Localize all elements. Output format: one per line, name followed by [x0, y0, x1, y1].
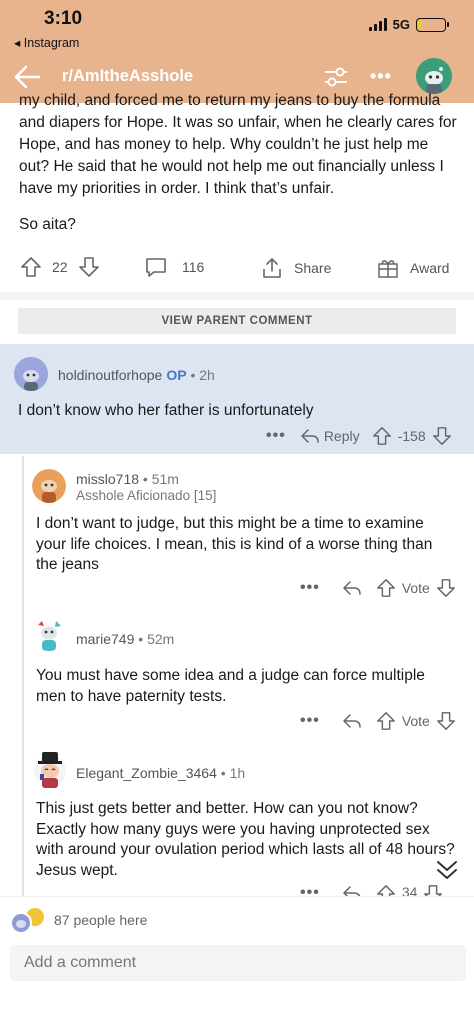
back-to-app-link[interactable]: ◂ Instagram [14, 35, 79, 50]
subreddit-title[interactable]: r/AmItheAsshole [62, 67, 193, 86]
post-action-bar: 22 116 Share Award [18, 254, 458, 282]
post-paragraph: So aita? [19, 216, 76, 233]
comment-actions: ••• Vote [300, 578, 456, 598]
battery-icon [416, 17, 449, 32]
award-label: Award [410, 260, 450, 276]
comment-score: -158 [397, 428, 426, 444]
comment-actions: ••• 34 [300, 884, 443, 896]
comment-time: 2h [199, 367, 215, 383]
upvote-icon[interactable] [376, 884, 396, 896]
post-score: 22 [52, 259, 68, 275]
arrow-left-icon[interactable] [12, 64, 42, 90]
share-label: Share [294, 260, 332, 276]
share-icon [263, 258, 281, 278]
upvote-icon[interactable] [20, 256, 42, 278]
comment-time: 51m [151, 471, 179, 487]
people-here-avatars [10, 907, 46, 935]
comment-time: 1h [229, 765, 246, 781]
post-body: my child, and forced me to return my jea… [19, 90, 459, 250]
divider [0, 292, 474, 300]
comment-author[interactable]: Elegant_Zombie_3464 • 1h [76, 765, 245, 781]
reply-label: Reply [323, 428, 360, 444]
vote-label: Vote [401, 580, 430, 596]
award-button[interactable]: Award [376, 256, 449, 280]
author-name[interactable]: marie749 [76, 631, 134, 647]
signal-icon [368, 18, 387, 31]
comment-author[interactable]: marie749 • 52m [76, 631, 174, 647]
author-name[interactable]: Elegant_Zombie_3464 [76, 765, 217, 781]
comment-text: I don’t want to judge, but this might be… [36, 515, 433, 573]
comment-author[interactable]: misslo718 • 51m [76, 471, 179, 487]
comment-count: 116 [182, 259, 205, 275]
downvote-icon[interactable] [436, 578, 456, 598]
more-dots-icon[interactable]: ••• [266, 427, 286, 445]
reply-arrow-icon[interactable] [342, 712, 362, 730]
avatar[interactable] [32, 617, 66, 651]
comment-text: I don’t know who her father is unfortuna… [18, 402, 314, 419]
more-dots-icon[interactable]: ••• [300, 579, 320, 597]
comment-bubble-icon [146, 258, 166, 277]
upvote-icon[interactable] [372, 426, 392, 446]
op-comment: holdinoutforhope OP • 2h I don’t know who… [0, 344, 474, 454]
snoo-avatar-icon [32, 469, 66, 503]
reply-button[interactable]: Reply [300, 427, 360, 445]
post-paragraph: my child, and forced me to return my jea… [19, 92, 457, 197]
author-name[interactable]: misslo718 [76, 471, 139, 487]
more-dots-icon[interactable]: ••• [300, 712, 320, 730]
comment-actions: ••• Reply -158 [266, 426, 452, 446]
reply-arrow-icon [301, 429, 319, 443]
share-button[interactable]: Share [260, 256, 331, 280]
vote-label: Vote [401, 713, 430, 729]
snoo-avatar-icon [32, 617, 66, 651]
upvote-icon[interactable] [376, 578, 396, 598]
reply-arrow-icon[interactable] [342, 579, 362, 597]
avatar[interactable] [32, 748, 68, 788]
snoo-avatar-icon [14, 357, 48, 391]
view-parent-comment-button[interactable]: VIEW PARENT COMMENT [18, 308, 456, 334]
author-name[interactable]: holdinoutforhope [58, 367, 162, 383]
app-header: 3:10 ◂ Instagram 5G r/AmItheAsshole ••• [0, 0, 474, 103]
status-time: 3:10 [44, 8, 83, 29]
downvote-icon[interactable] [78, 256, 100, 278]
snoo-avatar-icon [416, 58, 452, 94]
comments-button[interactable]: 116 [144, 256, 204, 278]
downvote-icon[interactable] [436, 711, 456, 731]
upvote-icon[interactable] [376, 711, 396, 731]
avatar[interactable] [14, 357, 48, 391]
comment-author[interactable]: holdinoutforhope OP • 2h [58, 367, 215, 383]
user-avatar[interactable] [416, 58, 452, 94]
comment-actions: ••• Vote [300, 711, 456, 731]
reply-arrow-icon[interactable] [342, 884, 362, 896]
avatar-stack-icon [10, 908, 44, 934]
user-flair: Asshole Aficionado [15] [76, 488, 217, 503]
avatar[interactable] [32, 469, 66, 503]
network-type: 5G [392, 17, 410, 32]
add-comment-input[interactable]: Add a comment [10, 945, 466, 981]
op-badge: OP [166, 367, 187, 383]
people-here-count: 87 people here [54, 912, 148, 928]
double-chevron-down-icon[interactable] [430, 853, 464, 887]
snoo-avatar-icon [34, 752, 66, 788]
thread-line[interactable] [22, 456, 24, 896]
comment-text: This just gets better and better. How ca… [36, 800, 455, 879]
sliders-icon[interactable] [322, 64, 350, 90]
comment-score: 34 [401, 884, 418, 896]
status-indicators: 5G [368, 17, 449, 32]
downvote-icon[interactable] [432, 426, 452, 446]
comment-time: 52m [147, 631, 175, 647]
gift-icon [378, 260, 398, 278]
comment-text: You must have some idea and a judge can … [36, 667, 425, 705]
bottom-comment-bar: 87 people here Add a comment [0, 896, 474, 1025]
more-dots-icon[interactable]: ••• [370, 66, 392, 87]
post-vote-group: 22 [20, 256, 100, 278]
more-dots-icon[interactable]: ••• [300, 884, 320, 896]
